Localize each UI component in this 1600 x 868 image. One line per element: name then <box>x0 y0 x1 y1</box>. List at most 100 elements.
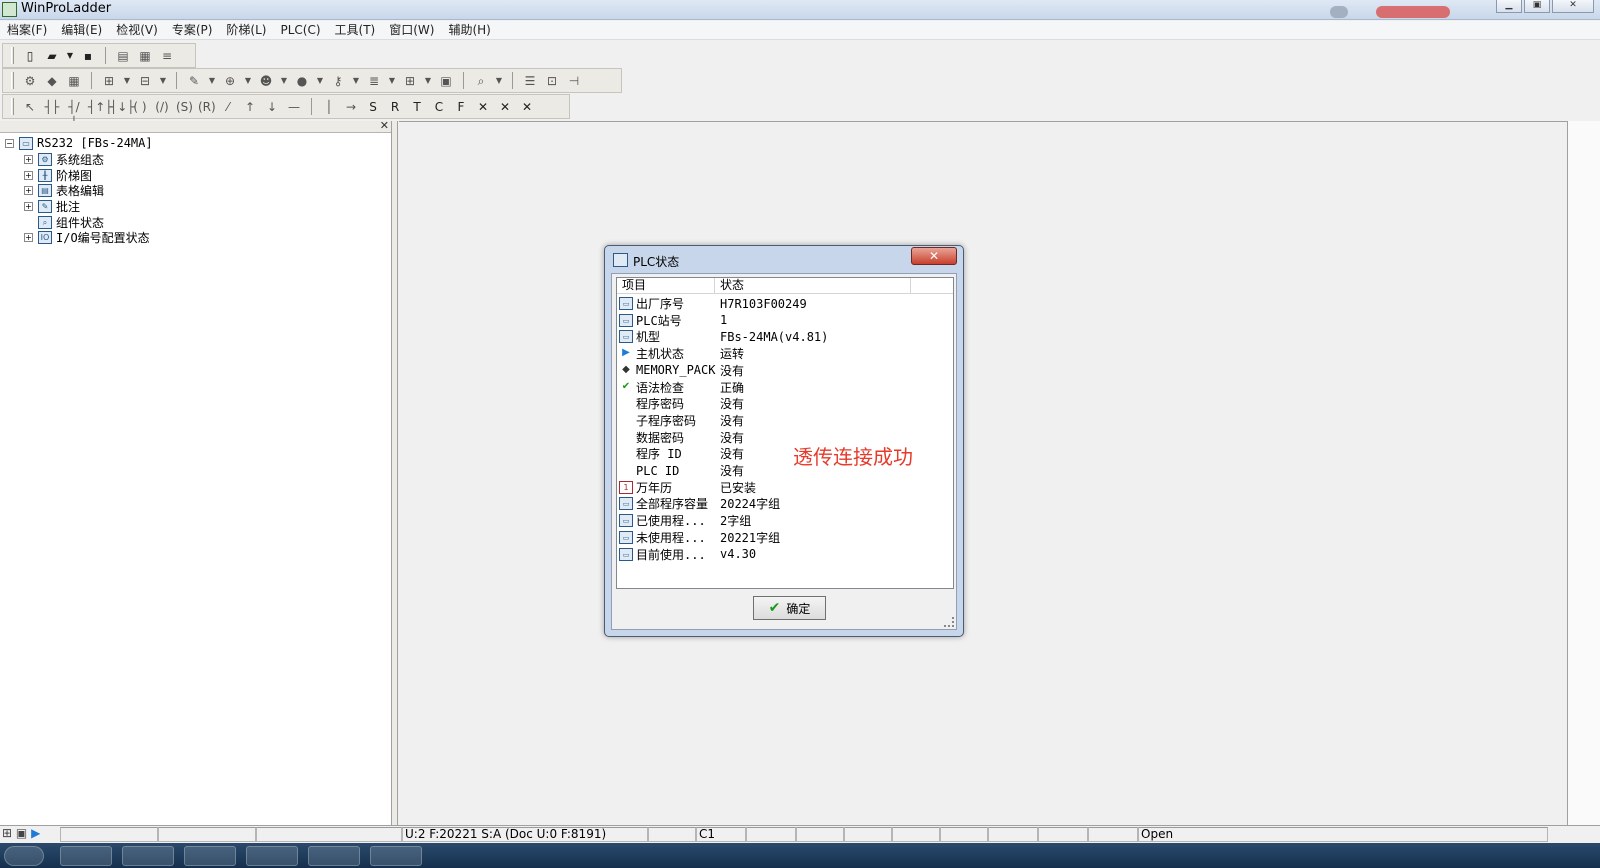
delete-row-icon[interactable]: ✕ <box>519 99 535 115</box>
table-view-icon[interactable]: ▦ <box>137 48 153 64</box>
register-icon[interactable]: ⊟ <box>137 73 153 89</box>
coil-reset-icon[interactable]: (R) <box>198 99 216 115</box>
run-icon[interactable]: ▶ <box>31 827 40 840</box>
contact-a-icon[interactable]: ┤├ <box>44 99 60 115</box>
minimize-button[interactable]: ▁ <box>1496 0 1522 13</box>
table-row[interactable]: ▭ 出厂序号 H7R103F00249 <box>617 295 953 312</box>
f-box-icon[interactable]: F <box>453 99 469 115</box>
toolbar-grip[interactable] <box>11 47 14 64</box>
expand-icon[interactable]: + <box>24 170 33 180</box>
dropdown-arrow-icon[interactable]: ▼ <box>244 73 252 89</box>
start-button[interactable] <box>4 846 44 866</box>
toolbar-grip[interactable] <box>11 72 14 89</box>
resize-grip-icon[interactable] <box>944 617 954 627</box>
column-header-status[interactable]: 状态 <box>715 278 911 294</box>
grid-icon[interactable]: ▦ <box>66 73 82 89</box>
tree-item-io-config[interactable]: + IO I/O编号配置状态 <box>24 229 150 245</box>
table-row[interactable]: 程序密码 没有 <box>617 395 953 412</box>
taskbar-app[interactable] <box>308 846 360 866</box>
find-icon[interactable]: ⌕ <box>473 73 489 89</box>
table-row[interactable]: 1 万年历 已安装 <box>617 479 953 496</box>
tree-item-table-edit[interactable]: + ▤ 表格编辑 <box>24 182 104 198</box>
coil-not-icon[interactable]: (/) <box>154 99 170 115</box>
menu-ladder[interactable]: 阶梯(L) <box>219 21 273 39</box>
pulse-up-icon[interactable]: ↑ <box>242 99 258 115</box>
expand-icon[interactable]: + <box>24 232 33 242</box>
table-row[interactable]: ▭ 全部程序容量 20224字组 <box>617 495 953 512</box>
dropdown-arrow-icon[interactable]: ▼ <box>352 73 360 89</box>
contact-b-icon[interactable]: ┤/├ <box>66 99 82 130</box>
new-file-icon[interactable]: ▯ <box>22 48 38 64</box>
dropdown-arrow-icon[interactable]: ▼ <box>495 73 503 89</box>
pulse-down-icon[interactable]: ↓ <box>264 99 280 115</box>
save-icon[interactable]: ▪ <box>80 48 96 64</box>
table-row[interactable]: ▭ 未使用程... 20221字组 <box>617 529 953 546</box>
dropdown-arrow-icon[interactable]: ▼ <box>316 73 324 89</box>
ok-button[interactable]: ✔ 确定 <box>753 596 826 620</box>
pointer-icon[interactable]: ↖ <box>22 99 38 115</box>
diamond-icon[interactable]: ◆ <box>44 73 60 89</box>
taskbar-app[interactable] <box>370 846 422 866</box>
contact-down-icon[interactable]: ┤↓├ <box>110 99 135 115</box>
contact-up-icon[interactable]: ┤↑├ <box>88 99 113 115</box>
horizontal-line-icon[interactable]: — <box>286 99 302 115</box>
menu-view[interactable]: 检视(V) <box>109 21 165 39</box>
collapse-icon[interactable]: − <box>5 138 14 148</box>
expand-icon[interactable]: + <box>24 201 33 211</box>
vertical-line-icon[interactable]: │ <box>321 99 337 115</box>
dialog-title-bar[interactable]: PLC状态 ✕ <box>605 246 963 273</box>
close-button[interactable]: ✕ <box>1552 0 1594 13</box>
arrow-right-icon[interactable]: → <box>343 99 359 115</box>
t-box-icon[interactable]: T <box>409 99 425 115</box>
menu-help[interactable]: 辅助(H) <box>441 21 497 39</box>
menu-window[interactable]: 窗口(W) <box>382 21 441 39</box>
split-icon[interactable]: ⊣ <box>566 73 582 89</box>
column-header-item[interactable]: 项目 <box>617 278 715 294</box>
network-icon[interactable]: ⊞ <box>402 73 418 89</box>
expand-icon[interactable]: + <box>24 154 33 164</box>
list-icon[interactable]: ≣ <box>366 73 382 89</box>
table-row[interactable]: ▶ 主机状态 运转 <box>617 345 953 362</box>
panel-splitter[interactable] <box>392 121 398 825</box>
dropdown-arrow-icon[interactable]: ▼ <box>66 48 74 64</box>
dropdown-arrow-icon[interactable]: ▼ <box>159 73 167 89</box>
table-row[interactable]: ▭ PLC站号 1 <box>617 312 953 329</box>
tree-root[interactable]: − ▭ RS232 [FBs-24MA] <box>5 135 153 151</box>
invert-icon[interactable]: ⁄ <box>220 99 236 115</box>
taskbar-app[interactable] <box>122 846 174 866</box>
status-list[interactable]: 项目 状态 ▭ 出厂序号 H7R103F00249 ▭ PLC站号 1 ▭ 机型 FBs-24M… <box>616 277 954 589</box>
table-row[interactable]: ◆ MEMORY_PACK 没有 <box>617 362 953 379</box>
open-folder-icon[interactable]: ▰ <box>44 48 60 64</box>
dropdown-arrow-icon[interactable]: ▼ <box>388 73 396 89</box>
config-icon[interactable]: ⚙ <box>22 73 38 89</box>
tree-item-comment[interactable]: + ✎ 批注 <box>24 198 80 214</box>
dropdown-arrow-icon[interactable]: ▼ <box>123 73 131 89</box>
table-row[interactable]: ▭ 目前使用... v4.30 <box>617 546 953 563</box>
s-box-icon[interactable]: S <box>365 99 381 115</box>
maximize-button[interactable]: ▣ <box>1524 0 1550 13</box>
dropdown-arrow-icon[interactable]: ▼ <box>424 73 432 89</box>
menu-tools[interactable]: 工具(T) <box>328 21 383 39</box>
edit-tool-icon[interactable]: ✎ <box>186 73 202 89</box>
taskbar-app[interactable] <box>246 846 298 866</box>
dropdown-arrow-icon[interactable]: ▼ <box>280 73 288 89</box>
menu-project[interactable]: 专案(P) <box>165 21 220 39</box>
monitor-icon[interactable]: ⊞ <box>101 73 117 89</box>
align-icon[interactable]: ☰ <box>522 73 538 89</box>
table-row[interactable]: 子程序密码 没有 <box>617 412 953 429</box>
trace-icon[interactable]: ⊕ <box>222 73 238 89</box>
org-and-icon[interactable]: ≡ <box>159 48 175 64</box>
ladder-view-icon[interactable]: ▤ <box>115 48 131 64</box>
connection-icon[interactable]: ⊞ <box>2 827 12 840</box>
block-icon[interactable]: ⊡ <box>544 73 560 89</box>
user-icon[interactable]: ☻ <box>258 73 274 89</box>
dropdown-arrow-icon[interactable]: ▼ <box>208 73 216 89</box>
bell-icon[interactable]: ● <box>294 73 310 89</box>
table-row[interactable]: ▭ 机型 FBs-24MA(v4.81) <box>617 328 953 345</box>
monitor-icon[interactable]: ▣ <box>16 827 27 840</box>
taskbar-app[interactable] <box>60 846 112 866</box>
delete-icon[interactable]: ✕ <box>475 99 491 115</box>
delete-column-icon[interactable]: ✕ <box>497 99 513 115</box>
r-box-icon[interactable]: R <box>387 99 403 115</box>
coil-icon[interactable]: ( ) <box>132 99 148 115</box>
